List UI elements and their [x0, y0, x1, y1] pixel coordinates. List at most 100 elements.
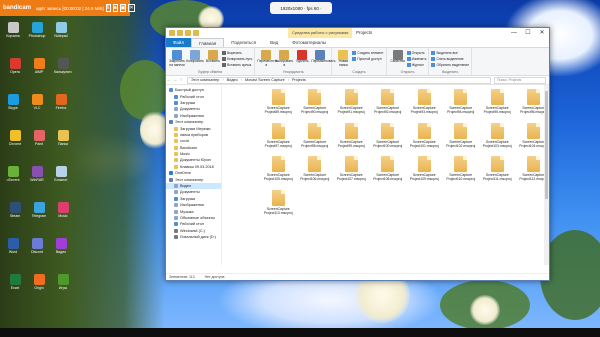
breadcrumb-item[interactable]: Этот компьютер	[191, 78, 219, 82]
ribbon-small-button[interactable]: Копировать путь	[222, 56, 252, 61]
context-tab[interactable]: Средства работы с рисунками	[288, 28, 353, 38]
file-name: ScreenCapture Project106.mscproj	[300, 173, 330, 181]
tab-share[interactable]: Поделиться	[224, 38, 263, 47]
desktop-icon[interactable]: VLC	[28, 94, 46, 110]
breadcrumb-separator: ›	[287, 78, 289, 82]
file-item[interactable]: ScreenCapture Project102.mscproj	[443, 122, 480, 157]
ribbon-small-button[interactable]: Снять выделение	[431, 56, 469, 61]
desktop-icon[interactable]: Chrome	[6, 130, 24, 146]
desktop-icon[interactable]: Skype	[4, 94, 22, 110]
ribbon-small-label: Создать элемент	[357, 50, 384, 55]
file-view: ScreenCapture Project89.mscproj ScreenCap…	[222, 85, 549, 265]
scrollbar-thumb[interactable]	[545, 91, 548, 199]
desktop-icon[interactable]: Steam	[6, 202, 24, 218]
breadcrumb-item[interactable]: Projects	[292, 78, 306, 82]
file-name: ScreenCapture Project113.mscproj	[263, 206, 293, 215]
file-item[interactable]: ScreenCapture Project103.mscproj	[479, 122, 516, 157]
tab-file[interactable]: Файл	[166, 38, 192, 47]
stop-button[interactable]: ■	[112, 4, 118, 12]
file-item[interactable]: ScreenCapture Project111.mscproj	[479, 156, 516, 190]
quick-access-icon[interactable]	[193, 30, 199, 36]
file-item[interactable]: ScreenCapture Project98.mscproj	[297, 122, 334, 157]
ribbon-small-button[interactable]: Обратить выделение	[431, 62, 469, 67]
desktop-icon[interactable]: AIMP	[30, 58, 48, 74]
nav-item[interactable]: Локальный диск (D:)	[166, 234, 221, 240]
file-item[interactable]: ScreenCapture Project113.mscproj	[260, 189, 297, 224]
pause-button[interactable]: II	[105, 4, 111, 12]
file-item[interactable]: ScreenCapture Project91.mscproj	[333, 89, 370, 123]
desktop-icon[interactable]: Папка	[54, 130, 72, 146]
vertical-scrollbar[interactable]	[544, 85, 549, 265]
address-bar[interactable]: Этот компьютер › Видео › Movavi Screen Captu…	[187, 76, 491, 84]
file-item[interactable]: ScreenCapture Project110.mscproj	[443, 156, 480, 190]
file-icon	[417, 122, 431, 139]
desktop-icon[interactable]: Photoshop	[28, 22, 46, 38]
desktop-icon[interactable]: Блокнот	[52, 166, 70, 182]
desktop-icon[interactable]: Word	[4, 238, 22, 254]
file-item[interactable]: ScreenCapture Project100.mscproj	[370, 122, 407, 157]
desktop-icon[interactable]: Notepad	[52, 22, 70, 38]
desktop-icon[interactable]: WinRAR	[28, 166, 46, 182]
file-item[interactable]: ScreenCapture Project107.mscproj	[333, 156, 370, 190]
tab-home[interactable]: Главная	[191, 38, 225, 47]
file-item[interactable]: ScreenCapture Project90.mscproj	[297, 89, 334, 123]
ribbon-small-button[interactable]: Изменить	[406, 56, 426, 61]
quick-access-icon[interactable]	[185, 30, 191, 36]
desktop-icon[interactable]: Игры	[54, 274, 72, 290]
breadcrumb-item[interactable]: Видео	[227, 78, 238, 82]
ribbon-small-button[interactable]: Создать элемент	[352, 50, 384, 55]
file-grid: ScreenCapture Project89.mscproj ScreenCap…	[260, 89, 549, 223]
status-bar: Элементов: 113 Нет доступа	[166, 273, 549, 280]
desktop-icon[interactable]: Калькулятор	[54, 58, 72, 74]
maximize-button[interactable]: ☐	[521, 28, 535, 38]
nav-item-icon	[174, 228, 178, 233]
tab-view[interactable]: Вид	[263, 38, 285, 47]
minimize-button[interactable]: —	[507, 28, 521, 38]
ribbon-small-button[interactable]: Выделить все	[431, 50, 469, 55]
desktop-icon[interactable]: Opera	[6, 58, 24, 74]
ribbon-button-label: Вставить	[206, 59, 220, 63]
desktop-icon[interactable]: Excel	[6, 274, 24, 290]
desktop-icon[interactable]: Видео	[52, 238, 70, 254]
quick-access-icon[interactable]	[169, 30, 175, 36]
file-name: ScreenCapture Project101.mscproj	[409, 139, 439, 148]
file-item[interactable]: ScreenCapture Project97.mscproj	[260, 122, 297, 157]
desktop-icon[interactable]: Корзина	[4, 22, 22, 38]
file-item[interactable]: ScreenCapture Project93.mscproj	[406, 89, 443, 123]
nav-item-label: Рабочий стол	[180, 94, 204, 99]
file-item[interactable]: ScreenCapture Project109.mscproj	[406, 156, 443, 190]
close-recorder-button[interactable]: ✕	[128, 4, 135, 12]
ribbon-small-button[interactable]: Журнал	[406, 62, 427, 67]
file-item[interactable]: ScreenCapture Project89.mscproj	[260, 89, 297, 123]
file-item[interactable]: ScreenCapture Project105.mscproj	[260, 156, 297, 190]
desktop-icon[interactable]: Firefox	[52, 94, 70, 110]
file-item[interactable]: ScreenCapture Project106.mscproj	[297, 156, 334, 190]
desktop-icon[interactable]: Music	[54, 202, 72, 218]
file-item[interactable]: ScreenCapture Project108.mscproj	[370, 156, 407, 190]
breadcrumb-item[interactable]: Movavi Screen Capture	[245, 78, 285, 82]
file-item[interactable]: ScreenCapture Project92.mscproj	[370, 89, 407, 123]
ribbon-small-button[interactable]: Вставить ярлык	[222, 62, 252, 67]
file-item[interactable]: ScreenCapture Project101.mscproj	[406, 122, 443, 157]
file-item[interactable]: ScreenCapture Project99.mscproj	[333, 122, 370, 157]
search-input[interactable]: Поиск: Projects	[494, 76, 546, 84]
desktop-icon-label: Папка	[58, 142, 68, 146]
desktop-icon[interactable]: Telegram	[30, 202, 48, 218]
tab-photos[interactable]: Фотоматериалы	[285, 38, 333, 47]
up-button[interactable]: ↑	[178, 77, 184, 83]
desktop-icon[interactable]: Paint	[30, 130, 48, 146]
ribbon-small-button[interactable]: Открыть	[406, 50, 427, 55]
desktop-icon[interactable]: uTorrent	[4, 166, 22, 182]
nav-item-icon	[174, 235, 178, 240]
nav-item-label: Локальный диск (D:)	[180, 235, 216, 240]
ribbon-small-button[interactable]: Вырезать	[222, 50, 252, 55]
file-item[interactable]: ScreenCapture Project95.mscproj	[479, 89, 516, 123]
file-item[interactable]: ScreenCapture Project94.mscproj	[443, 89, 480, 123]
screenshot-button[interactable]: ▣	[119, 4, 127, 12]
file-icon	[490, 89, 504, 105]
desktop-icon[interactable]: Origin	[30, 274, 48, 290]
quick-access-icon[interactable]	[177, 30, 183, 36]
ribbon-small-button[interactable]: Простой доступ	[352, 56, 383, 61]
desktop-icon[interactable]: Discord	[28, 238, 46, 254]
close-button[interactable]: ✕	[535, 28, 549, 38]
